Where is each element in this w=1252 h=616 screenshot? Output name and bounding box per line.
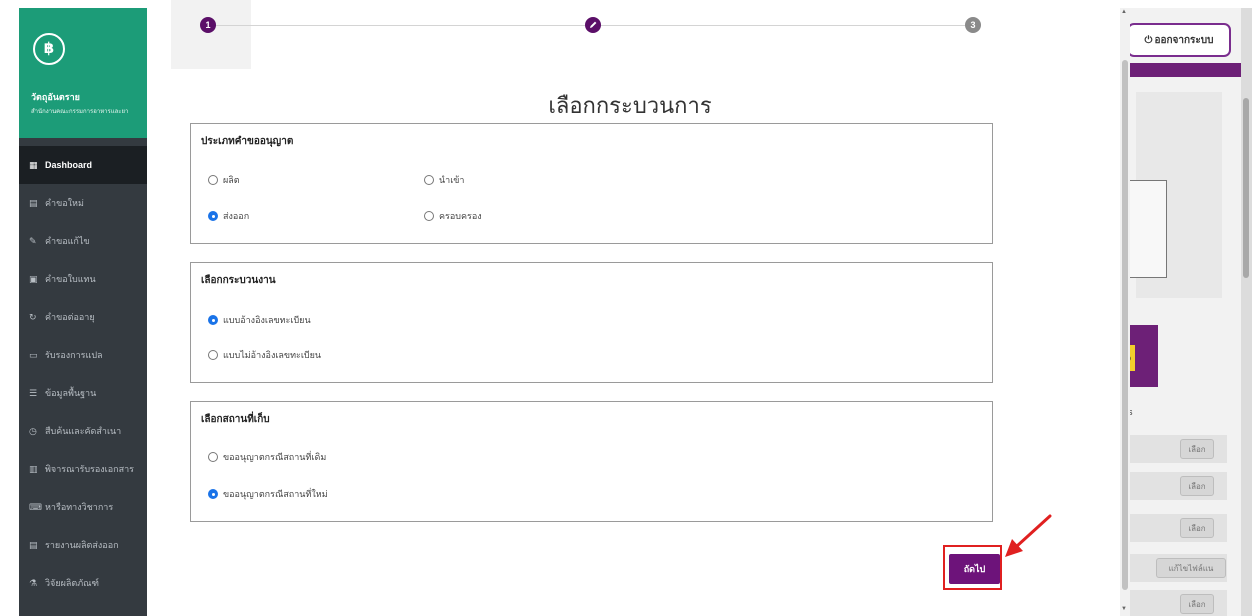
step-2-indicator[interactable] bbox=[585, 17, 601, 33]
step-1-cell bbox=[171, 0, 251, 69]
sidebar-item-label: คำขอใหม่ bbox=[45, 198, 84, 208]
edit-file-button[interactable]: แก้ไขไฟล์แน bbox=[1156, 558, 1226, 578]
sidebar-item-dashboard[interactable]: ▦ Dashboard bbox=[19, 146, 147, 184]
copy-icon: ▣ bbox=[29, 273, 38, 284]
sidebar-item-label: คำขอต่ออายุ bbox=[45, 312, 95, 322]
id-card-icon: ▭ bbox=[29, 349, 38, 360]
radio-circle[interactable] bbox=[208, 315, 218, 325]
logout-label: ออกจากระบบ bbox=[1154, 34, 1214, 46]
sidebar-item-label: รับรองการแปล bbox=[45, 350, 103, 360]
page-scrollbar-thumb[interactable] bbox=[1243, 98, 1249, 278]
flask-icon: ⚗ bbox=[29, 577, 38, 588]
page-title: เลือกกระบวนการ bbox=[548, 93, 712, 118]
radio-label: ผลิต bbox=[223, 175, 240, 185]
sidebar-item-label: หารือทางวิชาการ bbox=[45, 502, 114, 512]
radio-circle[interactable] bbox=[208, 452, 218, 462]
sidebar-item-replacement[interactable]: ▣ คำขอใบแทน bbox=[19, 260, 147, 298]
radio-circle[interactable] bbox=[208, 211, 218, 221]
sidebar: ฿ วัตถุอันตราย สำนักงานคณะกรรมการอาหารแล… bbox=[19, 8, 147, 616]
sidebar-item-translation[interactable]: ▭ รับรองการแปล bbox=[19, 336, 147, 374]
radio-export[interactable]: ส่งออก bbox=[208, 209, 249, 223]
radio-circle[interactable] bbox=[424, 211, 434, 221]
logo-icon: ฿ bbox=[33, 33, 65, 65]
select-button[interactable]: เลือก bbox=[1180, 518, 1214, 538]
sidebar-item-label: ข้อมูลพื้นฐาน bbox=[45, 388, 97, 398]
background-box bbox=[1126, 180, 1167, 278]
header-band bbox=[1126, 63, 1248, 77]
radio-existing-location[interactable]: ขออนุญาตกรณีสถานที่เดิม bbox=[208, 450, 326, 464]
scroll-down-icon[interactable]: ▼ bbox=[1121, 606, 1127, 612]
list-icon: ☰ bbox=[29, 387, 38, 398]
radio-label: นำเข้า bbox=[439, 175, 465, 185]
sidebar-item-new-request[interactable]: ▤ คำขอใหม่ bbox=[19, 184, 147, 222]
step-1-indicator[interactable]: 1 bbox=[200, 17, 216, 33]
edit-icon: ✎ bbox=[29, 235, 37, 246]
pencil-icon bbox=[590, 21, 597, 28]
radio-label: แบบไม่อ้างอิงเลขทะเบียน bbox=[223, 350, 322, 360]
renew-icon: ↻ bbox=[29, 311, 37, 322]
radio-produce[interactable]: ผลิต bbox=[208, 173, 240, 187]
sidebar-item-label: สืบค้นและคัดสำเนา bbox=[45, 426, 122, 436]
storage-location-group: เลือกสถานที่เก็บ ขออนุญาตกรณีสถานที่เดิม… bbox=[190, 401, 993, 522]
radio-label: ส่งออก bbox=[223, 211, 250, 221]
radio-label: ขออนุญาตกรณีสถานที่ใหม่ bbox=[223, 489, 328, 499]
document-icon: ▤ bbox=[29, 197, 38, 208]
storage-location-label: เลือกสถานที่เก็บ bbox=[201, 414, 270, 425]
radio-without-registration[interactable]: แบบไม่อ้างอิงเลขทะเบียน bbox=[208, 348, 321, 362]
license-type-label: ประเภทคำขออนุญาต bbox=[201, 136, 294, 147]
radio-label: ครอบครอง bbox=[439, 211, 482, 221]
license-type-group: ประเภทคำขออนุญาต ผลิต นำเข้า ส่งออก ครอบ… bbox=[190, 123, 993, 244]
radio-circle[interactable] bbox=[424, 175, 434, 185]
stepper-line bbox=[215, 25, 585, 26]
search-copy-icon: ◷ bbox=[29, 425, 37, 436]
radio-with-registration[interactable]: แบบอ้างอิงเลขทะเบียน bbox=[208, 313, 311, 327]
dashboard-icon: ▦ bbox=[29, 159, 38, 170]
sidebar-item-document-certification[interactable]: ▥ พิจารณารับรองเอกสาร bbox=[19, 450, 147, 488]
radio-new-location[interactable]: ขออนุญาตกรณีสถานที่ใหม่ bbox=[208, 487, 328, 501]
arrow-annotation-icon bbox=[1005, 514, 1052, 557]
sidebar-item-label: รายงานผลิตส่งออก bbox=[45, 540, 119, 550]
radio-circle[interactable] bbox=[208, 350, 218, 360]
sidebar-item-label: Dashboard bbox=[45, 160, 93, 170]
radio-possess[interactable]: ครอบครอง bbox=[424, 209, 482, 223]
radio-circle[interactable] bbox=[208, 489, 218, 499]
select-button[interactable]: เลือก bbox=[1180, 476, 1214, 496]
radio-circle[interactable] bbox=[208, 175, 218, 185]
radio-label: แบบอ้างอิงเลขทะเบียน bbox=[223, 315, 311, 325]
sidebar-item-label: คำขอแก้ไข bbox=[45, 236, 90, 246]
sidebar-item-export-report[interactable]: ▤ รายงานผลิตส่งออก bbox=[19, 526, 147, 564]
highlight-box bbox=[943, 545, 1002, 590]
stepper-line bbox=[601, 25, 965, 26]
radio-label: ขออนุญาตกรณีสถานที่เดิม bbox=[223, 452, 327, 462]
book-icon: ▥ bbox=[29, 463, 38, 474]
logout-button[interactable]: ⏻ ออกจากระบบ bbox=[1127, 23, 1231, 57]
select-button[interactable]: เลือก bbox=[1180, 439, 1214, 459]
modal-scrollbar-thumb[interactable] bbox=[1122, 60, 1128, 590]
scroll-up-icon[interactable]: ▲ bbox=[1121, 9, 1127, 15]
sidebar-item-renewal[interactable]: ↻ คำขอต่ออายุ bbox=[19, 298, 147, 336]
step-3-indicator[interactable]: 3 bbox=[965, 17, 981, 33]
process-label: เลือกกระบวนงาน bbox=[201, 275, 276, 286]
report-icon: ▤ bbox=[29, 539, 38, 550]
sidebar-item-label: พิจารณารับรองเอกสาร bbox=[45, 464, 134, 474]
sidebar-item-label: คำขอใบแทน bbox=[45, 274, 96, 284]
screen: ฿ วัตถุอันตราย สำนักงานคณะกรรมการอาหารแล… bbox=[0, 0, 1252, 616]
sidebar-item-search-copy[interactable]: ◷ สืบค้นและคัดสำเนา bbox=[19, 412, 147, 450]
power-icon: ⏻ bbox=[1144, 34, 1153, 46]
sidebar-item-consultation[interactable]: ⌨ หารือทางวิชาการ bbox=[19, 488, 147, 526]
sidebar-item-label: วิจัยผลิตภัณฑ์ bbox=[45, 578, 99, 588]
chalkboard-icon: ⌨ bbox=[29, 501, 42, 512]
sidebar-item-basic-info[interactable]: ☰ ข้อมูลพื้นฐาน bbox=[19, 374, 147, 412]
sidebar-item-product-research[interactable]: ⚗ วิจัยผลิตภัณฑ์ bbox=[19, 564, 147, 602]
brand-subtitle: สำนักงานคณะกรรมการอาหารและยา bbox=[31, 109, 129, 115]
brand-name: วัตถุอันตราย bbox=[31, 92, 80, 102]
process-group: เลือกกระบวนงาน แบบอ้างอิงเลขทะเบียน แบบไ… bbox=[190, 262, 993, 383]
radio-import[interactable]: นำเข้า bbox=[424, 173, 465, 187]
sidebar-brand: ฿ วัตถุอันตราย สำนักงานคณะกรรมการอาหารแล… bbox=[19, 8, 147, 138]
select-button[interactable]: เลือก bbox=[1180, 594, 1214, 614]
sidebar-item-edit-request[interactable]: ✎ คำขอแก้ไข bbox=[19, 222, 147, 260]
